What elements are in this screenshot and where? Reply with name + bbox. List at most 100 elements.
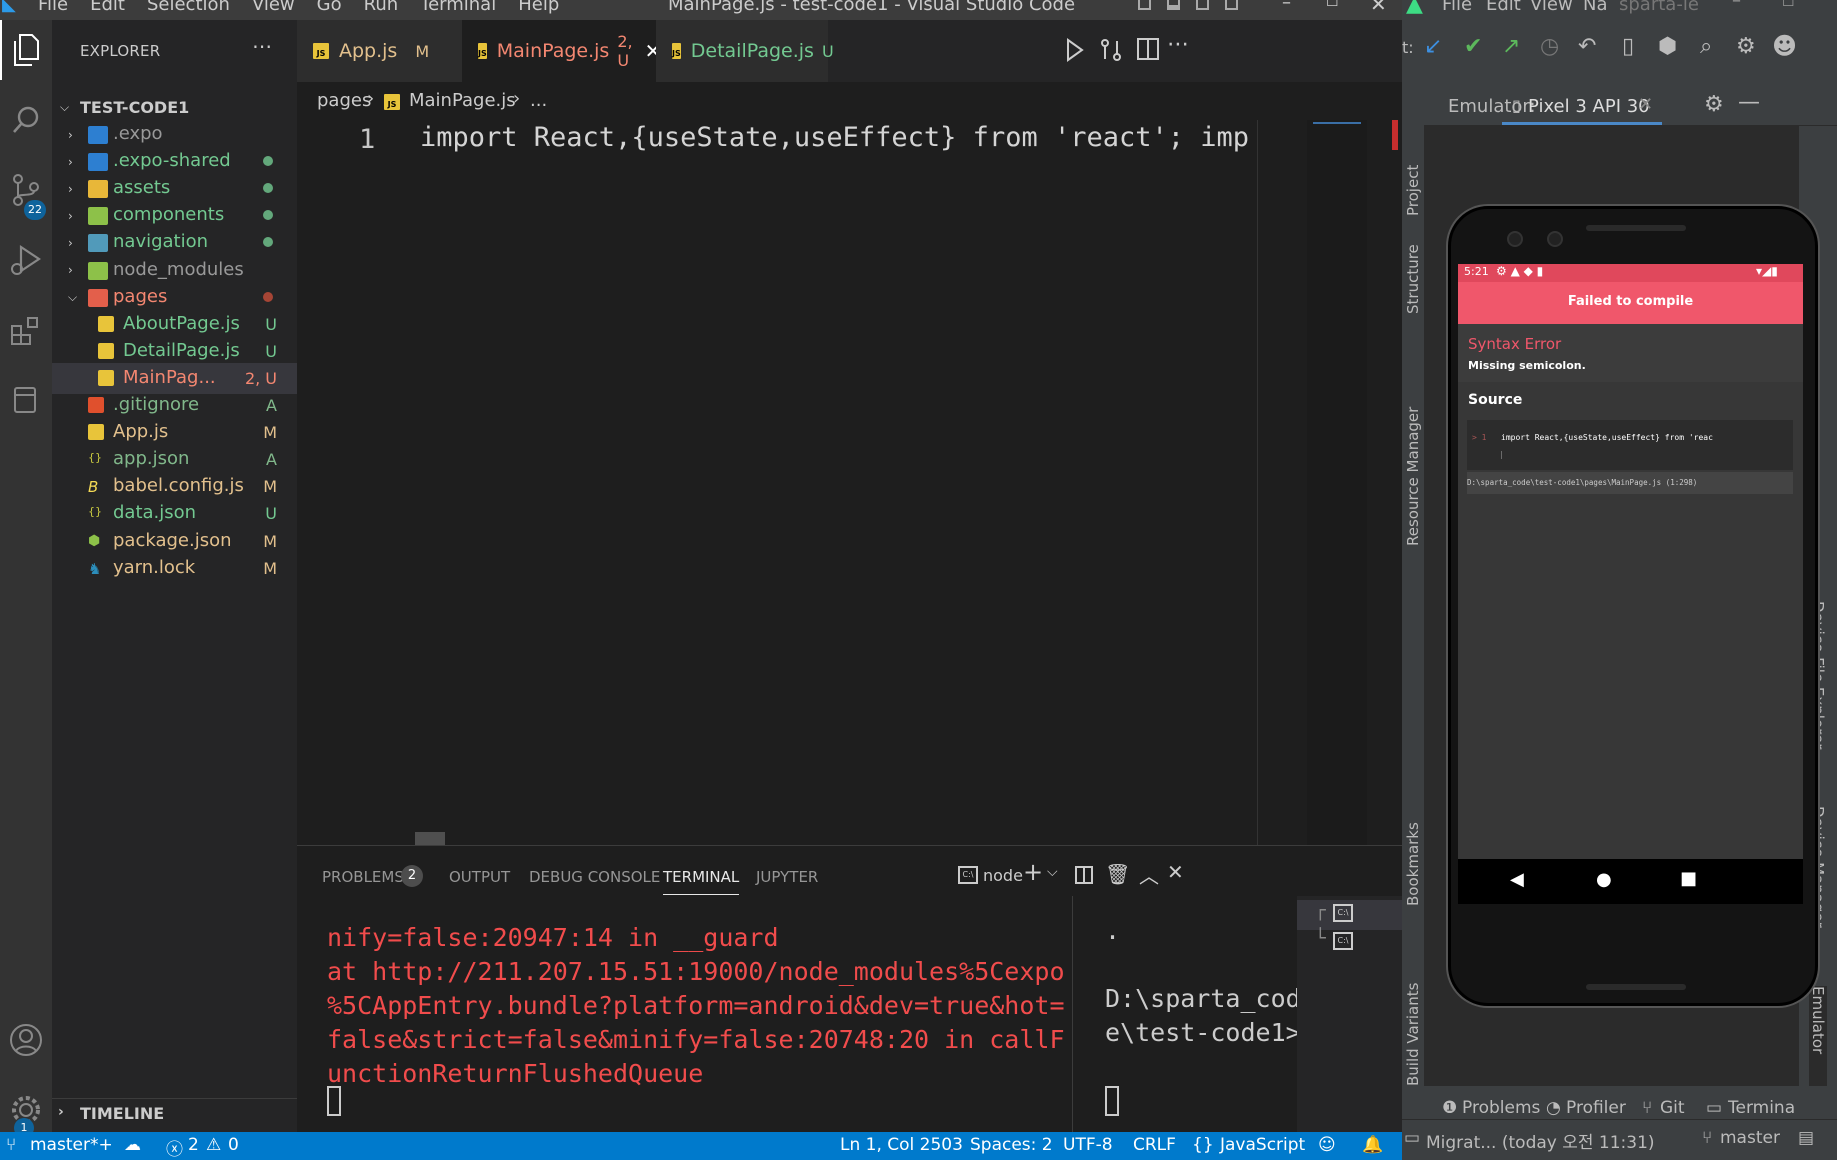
studio-menu-file[interactable]: File — [1442, 0, 1472, 15]
file-item[interactable]: ♞ yarn.lock M — [52, 553, 297, 584]
studio-tab-git[interactable]: Git — [1660, 1098, 1685, 1118]
vcs-update-icon[interactable]: ↙ — [1424, 34, 1442, 59]
split-terminal-icon[interactable] — [1075, 866, 1093, 884]
studio-menu-navigate[interactable]: Na — [1583, 0, 1608, 15]
tab-terminal[interactable]: TERMINAL — [663, 868, 740, 895]
timeline-section[interactable]: › TIMELINE — [52, 1098, 297, 1128]
studio-tab-profiler[interactable]: Profiler — [1566, 1098, 1626, 1118]
menu-edit[interactable]: Edit — [90, 0, 125, 15]
toggle-secondary-icon[interactable] — [1196, 0, 1209, 10]
menu-help[interactable]: Help — [518, 0, 559, 15]
vcs-commit-icon[interactable]: ✔ — [1464, 34, 1482, 59]
breadcrumb-folder[interactable]: pages — [317, 90, 371, 111]
encoding[interactable]: UTF-8 — [1063, 1135, 1113, 1155]
back-nav-icon[interactable]: ◀ — [1510, 869, 1524, 890]
vcs-push-icon[interactable]: ↗ — [1502, 34, 1520, 59]
tool-tab-bookmarks[interactable]: Bookmarks — [1404, 786, 1422, 906]
toggle-sidebar-icon[interactable] — [1138, 0, 1151, 10]
menu-run[interactable]: Run — [364, 0, 399, 15]
indentation[interactable]: Spaces: 2 — [970, 1135, 1053, 1155]
terminal-2-icon[interactable]: C:\ — [1333, 932, 1353, 950]
device-tab[interactable]: Pixel 3 API 30 — [1528, 96, 1650, 117]
warning-icon[interactable]: ⚠ — [206, 1135, 221, 1155]
minimap[interactable] — [1307, 120, 1367, 845]
tab-detailpage-js[interactable]: JS DetailPage.js U — [656, 20, 834, 82]
tool-tab-emulator[interactable]: Emulator — [1809, 986, 1827, 1086]
close-window-icon[interactable]: ✕ — [1370, 0, 1387, 16]
breadcrumb-file[interactable]: MainPage.js — [409, 90, 516, 111]
horizontal-scrollbar[interactable] — [415, 832, 445, 845]
error-count[interactable]: 2 — [188, 1135, 199, 1155]
phone-screen[interactable]: 5:21 ⚙ ▲ ◆ ▮ ▾◢▮ Failed to compile Synta… — [1458, 264, 1803, 904]
breadcrumb-symbol[interactable]: ... — [530, 90, 547, 111]
explorer-icon[interactable] — [0, 20, 52, 80]
device-manager-icon[interactable]: ▯ — [1622, 34, 1634, 59]
menu-terminal[interactable]: Terminal — [420, 0, 496, 15]
sdk-manager-icon[interactable]: ⬢ — [1658, 34, 1677, 59]
branch-name[interactable]: master*+ — [30, 1135, 113, 1155]
home-nav-icon[interactable]: ● — [1596, 869, 1612, 890]
studio-maximize-icon[interactable]: ☐ — [1782, 0, 1795, 10]
error-icon[interactable]: ⓧ — [166, 1135, 183, 1160]
terminal-output[interactable]: nify=false:20947:14 in __guard at http:/… — [327, 921, 1087, 1091]
trash-icon[interactable]: 🗑 — [1105, 862, 1130, 886]
menu-view[interactable]: View — [252, 0, 295, 15]
code-editor[interactable]: 1 import React,{useState,useEffect} from… — [297, 120, 1402, 845]
warning-count[interactable]: 0 — [228, 1135, 239, 1155]
terminal-1-icon[interactable]: C:\ — [1333, 904, 1353, 922]
branch-icon[interactable]: ⑂ — [6, 1135, 16, 1155]
rollback-icon[interactable]: ↶ — [1578, 34, 1596, 59]
menu-file[interactable]: File — [38, 0, 68, 15]
sync-icon[interactable]: ☁ — [124, 1135, 141, 1155]
customize-layout-icon[interactable] — [1225, 0, 1238, 10]
extensions-icon[interactable] — [0, 300, 52, 360]
studio-branch[interactable]: master — [1720, 1128, 1780, 1148]
studio-settings-icon[interactable]: ⚙ — [1736, 34, 1756, 59]
run-file-icon[interactable] — [1065, 38, 1085, 62]
menu-go[interactable]: Go — [317, 0, 342, 15]
run-debug-icon[interactable] — [0, 230, 52, 290]
history-icon[interactable]: ◷ — [1540, 34, 1559, 59]
manage-gear-icon[interactable]: 1 — [0, 1080, 52, 1140]
close-panel-icon[interactable]: ✕ — [1167, 860, 1184, 884]
new-terminal-icon[interactable]: + — [1023, 858, 1043, 886]
source-control-icon[interactable]: 22 — [0, 160, 52, 220]
editor-more-icon[interactable]: ⋯ — [1167, 32, 1189, 57]
chevron-down-icon[interactable]: ⌵ — [1047, 864, 1058, 880]
menu-selection[interactable]: Selection — [147, 0, 230, 15]
terminal-name[interactable]: node — [983, 866, 1023, 885]
studio-menu-view[interactable]: View — [1530, 0, 1573, 15]
toggle-panel-icon[interactable] — [1167, 0, 1180, 10]
event-log-icon[interactable]: ▤ — [1798, 1128, 1814, 1148]
split-editor-icon[interactable] — [1137, 38, 1159, 60]
tab-app-js[interactable]: JS App.js M — [297, 20, 462, 82]
vertical-scrollbar[interactable] — [1388, 120, 1402, 845]
language-mode[interactable]: JavaScript — [1220, 1135, 1305, 1155]
tab-output[interactable]: OUTPUT — [449, 868, 510, 886]
line-endings[interactable]: CRLF — [1133, 1135, 1176, 1155]
tool-tab-resource-manager[interactable]: Resource Manager — [1404, 326, 1422, 546]
feedback-icon[interactable]: ☺ — [1318, 1135, 1336, 1155]
emulator-view[interactable]: 5:21 ⚙ ▲ ◆ ▮ ▾◢▮ Failed to compile Synta… — [1424, 126, 1818, 1086]
studio-account-icon[interactable]: ☻ — [1772, 32, 1797, 60]
notifications-bell-icon[interactable]: 🔔 — [1362, 1135, 1383, 1155]
studio-tab-problems[interactable]: Problems — [1462, 1098, 1540, 1118]
tool-tab-build-variants[interactable]: Build Variants — [1404, 946, 1422, 1086]
tab-problems[interactable]: PROBLEMS — [322, 868, 404, 886]
accounts-icon[interactable] — [0, 1010, 52, 1070]
search-icon[interactable] — [0, 90, 52, 150]
compare-changes-icon[interactable] — [1099, 38, 1123, 62]
maximize-icon[interactable]: ☐ — [1326, 0, 1339, 10]
studio-minimize-icon[interactable]: – — [1732, 0, 1741, 11]
hide-panel-icon[interactable]: — — [1738, 90, 1760, 115]
studio-menu-edit[interactable]: Edit — [1486, 0, 1521, 15]
emulator-settings-icon[interactable]: ⚙ — [1704, 92, 1724, 117]
recents-nav-icon[interactable]: ■ — [1680, 868, 1697, 889]
minimize-icon[interactable]: – — [1282, 0, 1291, 13]
remote-explorer-icon[interactable] — [0, 370, 52, 430]
tab-jupyter[interactable]: JUPYTER — [756, 868, 818, 886]
tab-mainpage-js[interactable]: JS MainPage.js 2, U ✕ — [462, 20, 661, 82]
close-device-tab-icon[interactable]: ✕ — [1638, 94, 1653, 115]
studio-search-icon[interactable]: ⌕ — [1700, 34, 1712, 59]
tool-tab-structure[interactable]: Structure — [1404, 194, 1422, 314]
